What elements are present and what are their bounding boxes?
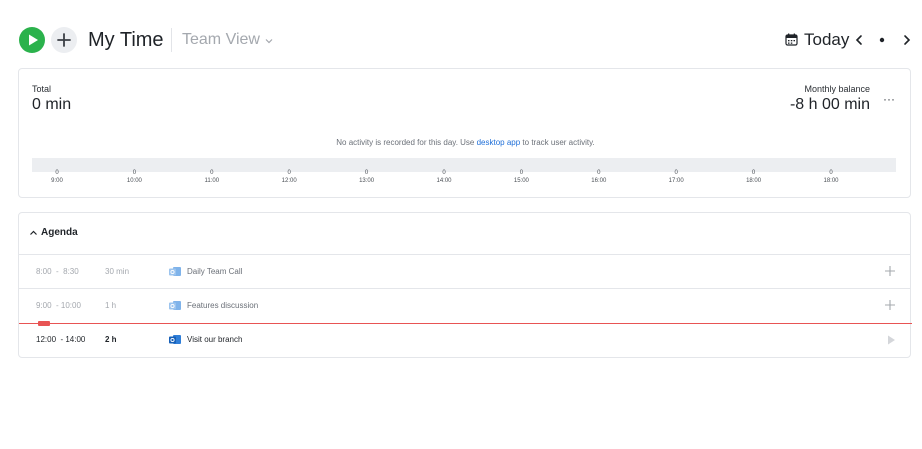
today-button[interactable]: Today [804, 28, 849, 52]
tick-time: 12:00 [281, 178, 297, 184]
tick-time: 14:00 [436, 178, 452, 184]
plus-icon [57, 33, 71, 47]
plus-icon[interactable] [883, 264, 897, 278]
timeline-tick: 0 12:00 [269, 170, 309, 184]
timeline-tick: 0 15:00 [501, 170, 541, 184]
desktop-app-link[interactable]: desktop app [477, 138, 521, 147]
tick-value: 0 [132, 170, 137, 176]
outlook-calendar-icon [169, 301, 181, 310]
plus-icon[interactable] [883, 298, 897, 312]
team-view-dropdown[interactable]: Team View [182, 29, 273, 51]
tick-value: 0 [597, 170, 601, 176]
chevron-right-icon[interactable] [901, 32, 913, 48]
team-view-label: Team View [182, 31, 260, 48]
tick-time: 13:00 [359, 178, 375, 184]
agenda-card: Agenda 8:00 - 8:30 30 min Daily Team Cal… [18, 212, 912, 358]
event-time: 9:00 - 10:00 [36, 301, 81, 310]
tick-value: 0 [829, 170, 833, 176]
chevron-left-icon[interactable] [853, 32, 865, 48]
monthly-balance-label: Monthly balance [804, 84, 870, 94]
event-duration: 2 h [105, 335, 117, 344]
calendar-icon [785, 33, 798, 46]
timeline-tick: 0 16:00 [579, 170, 619, 184]
no-activity-message: No activity is recorded for this day. Us… [19, 138, 912, 147]
page-title: My Time [88, 29, 164, 51]
tick-time: 18:00 [746, 178, 762, 184]
tick-value: 0 [287, 170, 291, 176]
tick-value: 0 [751, 170, 756, 176]
tick-time: 15:00 [513, 178, 529, 184]
tick-time: 11:00 [204, 178, 220, 184]
title-divider [171, 28, 172, 52]
event-title: Features discussion [187, 301, 259, 310]
event-time: 8:00 - 8:30 [36, 267, 79, 276]
add-entry-button[interactable] [51, 27, 77, 53]
start-timer-button[interactable] [19, 27, 45, 53]
timeline-tick: 0 10:00 [114, 170, 154, 184]
tick-value: 0 [442, 170, 446, 176]
outlook-calendar-icon [169, 335, 181, 344]
outlook-calendar-icon [169, 267, 181, 276]
event-title: Visit our branch [187, 335, 243, 344]
timeline-tick: 0 17:00 [656, 170, 696, 184]
agenda-event-row[interactable]: 12:00 - 14:00 2 h Visit our branch [19, 323, 910, 357]
tick-value: 0 [210, 170, 214, 176]
play-icon[interactable] [886, 334, 896, 346]
agenda-event-row[interactable]: 8:00 - 8:30 30 min Daily Team Call [19, 255, 910, 289]
timeline-tick: 0 13:00 [347, 170, 387, 184]
timeline-tick: 0 11:00 [192, 170, 232, 184]
timeline-ticks: 0 9:00 0 10:00 0 11:00 0 12:00 0 13:00 0 14:00 0 15:0… [19, 170, 912, 190]
tick-value: 0 [674, 170, 678, 176]
more-options-button[interactable]: ··· [883, 93, 897, 105]
tick-value: 0 [55, 170, 59, 176]
page-header: My Time Team View Today [0, 0, 922, 68]
dot-icon[interactable] [877, 35, 887, 45]
tick-time: 10:00 [126, 178, 142, 184]
event-time: 12:00 - 14:00 [36, 335, 86, 344]
tick-time: 16:00 [591, 178, 607, 184]
event-title: Daily Team Call [187, 267, 243, 276]
timeline-tick: 0 18:00 [811, 170, 851, 184]
total-value: 0 min [32, 96, 72, 113]
activity-message-text-end: to track user activity. [520, 138, 595, 147]
chevron-up-icon [30, 230, 37, 235]
monthly-balance-value: -8 h 00 min [789, 96, 870, 113]
timeline-tick: 0 14:00 [424, 170, 464, 184]
agenda-toggle[interactable]: Agenda [19, 213, 910, 255]
event-duration: 30 min [105, 267, 130, 276]
time-summary-card: Total 0 min Monthly balance -8 h 00 min … [18, 68, 911, 198]
chevron-down-icon [265, 29, 273, 51]
timeline-tick: 0 18:00 [734, 170, 774, 184]
play-icon [29, 34, 38, 46]
tick-time: 17:00 [668, 178, 684, 184]
tick-time: 18:00 [823, 178, 839, 184]
agenda-event-row[interactable]: 9:00 - 10:00 1 h Features discussion [19, 289, 910, 323]
activity-message-text: No activity is recorded for this day. Us… [336, 138, 477, 147]
tick-value: 0 [364, 170, 369, 176]
tick-time: 9:00 [51, 178, 63, 184]
event-duration: 1 h [105, 301, 117, 310]
tick-value: 0 [519, 170, 524, 176]
agenda-title: Agenda [41, 227, 78, 238]
total-label: Total [32, 84, 52, 94]
timeline-tick: 0 9:00 [37, 170, 77, 184]
